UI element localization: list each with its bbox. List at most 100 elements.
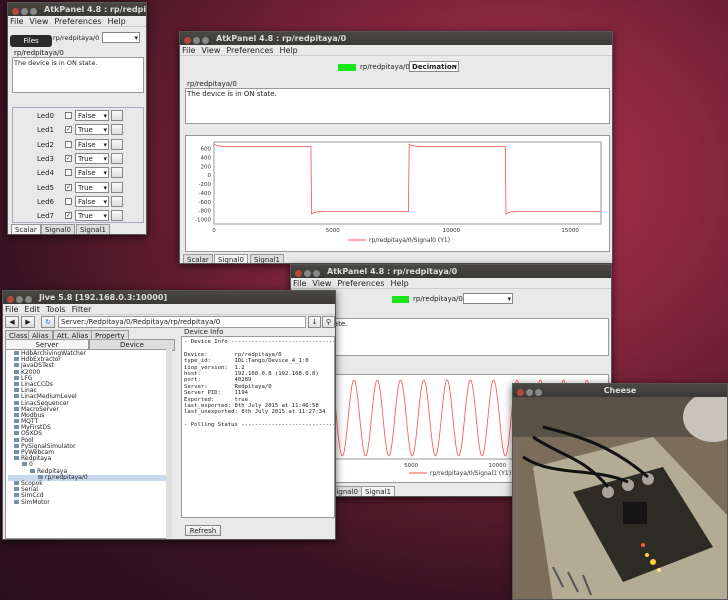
- y-tick-label: -1000: [195, 218, 211, 224]
- led-checkbox[interactable]: ✓: [65, 183, 72, 191]
- window-controls-icon[interactable]: [12, 6, 39, 16]
- menu-preferences[interactable]: Preferences: [337, 279, 384, 288]
- window-title: AtkPanel 4.8 : rp/redpitaya/0: [44, 5, 146, 14]
- title-bar[interactable]: AtkPanel 4.8 : rp/redpitaya/0: [180, 32, 612, 45]
- menu-preferences[interactable]: Preferences: [226, 46, 273, 55]
- tab-signal0[interactable]: Signal0: [41, 224, 75, 234]
- menu-file[interactable]: File: [5, 305, 18, 314]
- folder-icon: [14, 394, 19, 399]
- menu-file[interactable]: File: [10, 17, 23, 26]
- led-value-select[interactable]: True: [75, 152, 109, 164]
- x-tick-label: 5000: [404, 463, 418, 469]
- menu-filter[interactable]: Filter: [72, 305, 92, 314]
- led-apply-button[interactable]: [111, 167, 123, 179]
- window-controls-icon[interactable]: [7, 294, 34, 304]
- led-checkbox[interactable]: ✓: [65, 154, 72, 162]
- x-tick-label: 10000: [443, 228, 461, 234]
- led-checkbox[interactable]: ✓: [65, 126, 72, 134]
- window-controls-icon[interactable]: [517, 387, 544, 397]
- search-icon[interactable]: ⚲: [322, 316, 335, 328]
- folder-icon: [22, 462, 27, 467]
- tab-signal1[interactable]: Signal1: [76, 224, 110, 234]
- led-value-select[interactable]: False: [75, 167, 109, 179]
- led-row: Led7 ✓ True: [13, 210, 143, 222]
- led-row: Led0 False: [13, 110, 143, 122]
- folder-icon: [14, 425, 19, 430]
- status-label: rp/redpitaya/0: [14, 49, 64, 57]
- menu-view[interactable]: View: [201, 46, 220, 55]
- refresh-button[interactable]: Refresh: [185, 525, 221, 536]
- x-tick-label: 5000: [326, 228, 340, 234]
- go-button[interactable]: ↓: [308, 316, 321, 328]
- title-bar[interactable]: Jive 5.8 [192.168.0.3:10000]: [3, 291, 335, 304]
- menu-help[interactable]: Help: [107, 17, 125, 26]
- led-apply-button[interactable]: [111, 110, 123, 121]
- led-checkbox[interactable]: ✓: [65, 212, 72, 220]
- tab-signal1[interactable]: Signal1: [361, 486, 395, 496]
- y-tick-label: -600: [199, 200, 212, 206]
- led-checkbox[interactable]: [65, 197, 72, 205]
- menu-preferences[interactable]: Preferences: [54, 17, 101, 26]
- window-controls-icon[interactable]: [295, 268, 322, 278]
- tree-scrollbar[interactable]: [166, 349, 172, 539]
- mode-select[interactable]: [102, 32, 140, 43]
- title-bar[interactable]: AtkPanel 4.8 : rp/redpitaya/0: [291, 265, 611, 278]
- led-apply-button[interactable]: [111, 181, 123, 193]
- title-bar[interactable]: AtkPanel 4.8 : rp/redpitaya/0: [8, 3, 146, 16]
- decimation-select[interactable]: Decimation: [409, 61, 459, 72]
- menu-view[interactable]: View: [312, 279, 331, 288]
- device-name: rp/redpitaya/0: [413, 295, 463, 303]
- led-label: Led4: [37, 169, 54, 178]
- tree-node[interactable]: SimMotor: [8, 499, 168, 506]
- led-apply-button[interactable]: [111, 138, 123, 150]
- led-apply-button[interactable]: [111, 210, 123, 222]
- window-title: AtkPanel 4.8 : rp/redpitaya/0: [216, 34, 347, 43]
- y-tick-label: 600: [201, 147, 212, 153]
- menu-tools[interactable]: Tools: [46, 305, 66, 314]
- led-value-select[interactable]: False: [75, 138, 109, 150]
- led-value-select[interactable]: False: [75, 110, 109, 121]
- tab-signal1[interactable]: Signal1: [250, 254, 284, 263]
- led-value-select[interactable]: True: [75, 181, 109, 193]
- path-input[interactable]: Server:/Redpitaya/0/Redpitaya/rp/redpita…: [58, 316, 306, 328]
- signal0-series-line: [213, 143, 601, 215]
- device-name: rp/redpitaya/0: [360, 63, 410, 71]
- led-checkbox[interactable]: [65, 112, 72, 119]
- tab-scalar[interactable]: Scalar: [183, 254, 213, 263]
- led-apply-button[interactable]: [111, 124, 123, 136]
- led-value-select[interactable]: True: [75, 124, 109, 136]
- led-label: Led2: [37, 140, 54, 149]
- led-value-select[interactable]: True: [75, 210, 109, 222]
- window-controls-icon[interactable]: [184, 35, 211, 45]
- menu-edit[interactable]: Edit: [24, 305, 40, 314]
- state-indicator: [392, 296, 409, 303]
- led-row: Led6 False: [13, 195, 143, 208]
- menu-help[interactable]: Help: [390, 279, 408, 288]
- cheese-window: Cheese: [512, 383, 728, 600]
- led-value-select[interactable]: False: [75, 195, 109, 207]
- back-button[interactable]: ◀: [5, 316, 19, 328]
- y-tick-label: -400: [199, 191, 212, 197]
- led-apply-button[interactable]: [111, 152, 123, 164]
- menu-help[interactable]: Help: [279, 46, 297, 55]
- tab-scalar[interactable]: Scalar: [11, 224, 41, 234]
- folder-icon: [14, 406, 19, 411]
- refresh-icon[interactable]: ↻: [41, 316, 55, 328]
- folder-icon: [14, 357, 19, 362]
- forward-button[interactable]: ▶: [21, 316, 35, 328]
- folder-icon: [14, 412, 19, 417]
- title-bar[interactable]: Cheese: [513, 384, 727, 397]
- led-row: Led4 False: [13, 167, 143, 179]
- tab-signal0[interactable]: Signal0: [214, 254, 248, 263]
- led-checkbox[interactable]: [65, 140, 72, 148]
- folder-icon: [14, 456, 19, 461]
- led-checkbox[interactable]: [65, 169, 72, 177]
- menu-file[interactable]: File: [182, 46, 195, 55]
- mode-select[interactable]: [463, 293, 513, 304]
- led-apply-button[interactable]: [111, 195, 123, 207]
- status-text: The device is in ON state.: [12, 57, 144, 93]
- menu-file[interactable]: File: [293, 279, 306, 288]
- folder-icon: [14, 375, 19, 380]
- folder-icon: [14, 381, 19, 386]
- menu-view[interactable]: View: [29, 17, 48, 26]
